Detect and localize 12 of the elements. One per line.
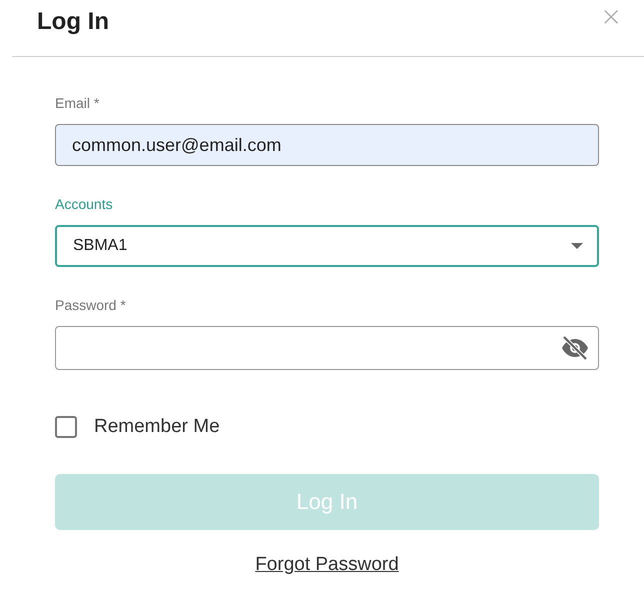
email-field[interactable]: common.user@email.com [55,124,599,166]
forgot-password-link[interactable]: Forgot Password [255,554,399,576]
field-label: Accounts [55,196,114,212]
accounts-dropdown[interactable]: SBMA1 [55,225,599,267]
password-field[interactable] [55,326,599,370]
caret-icon [571,243,583,249]
field-label: Email * [55,95,100,111]
field-label: Password * [55,297,127,313]
dialog-title: Log In [37,8,109,36]
checkbox-label: Remember Me [94,416,220,438]
remember-checkbox[interactable] [55,416,77,438]
eye-slash-icon[interactable] [560,335,590,361]
